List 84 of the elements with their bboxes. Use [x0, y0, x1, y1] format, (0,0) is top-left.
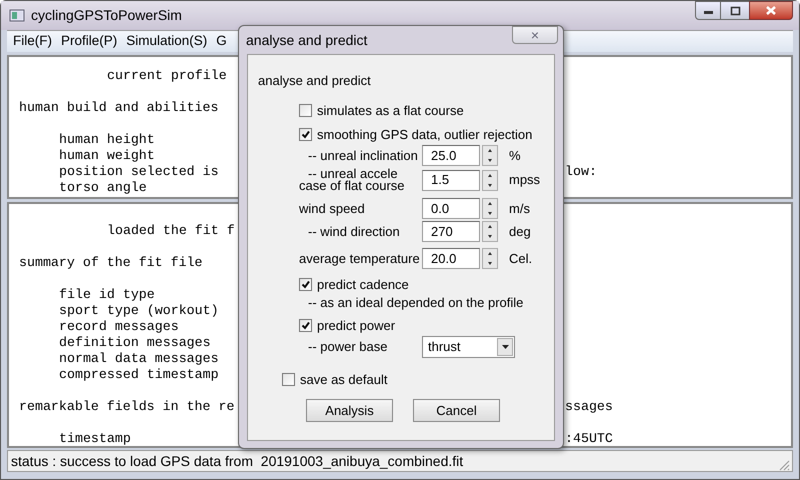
text-line: remarkable fields in the re — [19, 399, 234, 414]
dialog-title: analyse and predict — [246, 30, 368, 50]
menu-item[interactable]: G — [216, 31, 227, 52]
spin-down-icon — [486, 234, 494, 239]
checkbox[interactable] — [299, 128, 312, 141]
spin-up-icon — [486, 148, 494, 153]
text-line: current profile — [107, 68, 227, 83]
spin-down-icon — [486, 261, 494, 266]
menu-item[interactable]: Simulation(S) — [126, 31, 208, 52]
text-line: timestamp — [59, 431, 131, 446]
number-field[interactable]: 0.0 — [422, 198, 480, 219]
checkbox[interactable] — [299, 104, 312, 117]
field-label: -- unreal inclination — [308, 150, 419, 162]
note-text: -- as an ideal depended on the profile — [308, 294, 524, 312]
checkmark-icon — [301, 321, 310, 330]
text-line: human weight — [59, 148, 155, 163]
unit-label: deg — [509, 222, 531, 241]
maximize-button[interactable] — [721, 1, 749, 20]
text-line: definition messages — [59, 335, 211, 350]
field-label: -- unreal accele — [308, 168, 399, 180]
field-label: average temperature — [299, 252, 421, 264]
spin-buttons[interactable] — [482, 221, 498, 242]
spin-down-icon — [486, 182, 494, 188]
number-field[interactable]: 25.0 — [422, 145, 480, 166]
section-heading: analyse and predict — [258, 73, 371, 89]
spin-buttons[interactable] — [482, 170, 498, 190]
dialog-button[interactable]: Cancel — [413, 399, 500, 422]
text-line: human build and abilities — [19, 100, 218, 115]
number-field[interactable]: 20.0 — [422, 248, 480, 269]
checkbox[interactable] — [299, 319, 312, 332]
spin-up-icon — [486, 201, 494, 206]
number-field[interactable]: 270 — [422, 221, 480, 242]
dialog-button[interactable]: Analysis — [306, 399, 393, 422]
unit-label: mpss — [509, 171, 540, 190]
text-line: torso angle — [59, 180, 147, 195]
status-text: status : success to load GPS data from 20191003_anibuya_combined.fit — [10, 452, 464, 471]
field-label: case of flat course — [299, 180, 406, 192]
spin-up-icon — [486, 224, 494, 229]
checkbox-label[interactable]: save as default — [300, 370, 388, 390]
field-label: wind speed — [299, 202, 366, 214]
text-line: loaded the fit f — [107, 223, 235, 238]
spin-buttons[interactable] — [482, 145, 498, 166]
minimize-button[interactable] — [695, 1, 721, 20]
spin-up-icon — [486, 251, 494, 256]
checkbox[interactable] — [282, 373, 295, 386]
text-line: file id type — [59, 287, 155, 302]
unit-label: m/s — [509, 200, 530, 218]
text-line: :45UTC — [565, 431, 613, 446]
text-line: ssages — [565, 399, 613, 415]
spin-down-icon — [486, 211, 494, 216]
text-line: normal data messages — [59, 351, 219, 366]
field-label: -- power base — [308, 340, 388, 352]
app-icon — [9, 8, 25, 23]
dropdown-arrow-icon — [502, 344, 508, 348]
checkbox-label[interactable]: predict cadence — [317, 274, 409, 294]
checkbox-label[interactable]: predict power — [317, 316, 396, 336]
unit-label: % — [509, 146, 521, 165]
spin-buttons[interactable] — [482, 198, 498, 219]
checkmark-icon — [301, 130, 310, 139]
maximize-icon — [730, 6, 740, 16]
text-line: summary of the fit file — [19, 255, 203, 270]
checkmark-icon — [301, 280, 310, 289]
text-line: sport type (workout) — [59, 303, 219, 318]
number-field[interactable]: 1.5 — [422, 170, 480, 190]
spin-down-icon — [486, 158, 494, 163]
menu-item[interactable]: Profile(P) — [61, 31, 118, 52]
checkbox[interactable] — [299, 278, 312, 291]
text-line: record messages — [59, 319, 179, 334]
close-button[interactable] — [749, 1, 793, 20]
dropdown[interactable]: thrust — [422, 336, 515, 358]
menu-item[interactable]: File(F) — [13, 31, 52, 52]
text-line: position selected is — [59, 164, 219, 179]
text-line: compressed timestamp — [59, 367, 219, 382]
field-label: -- wind direction — [308, 226, 401, 238]
spin-up-icon — [486, 172, 494, 178]
close-icon — [765, 5, 777, 16]
text-line: low: — [565, 164, 597, 180]
checkbox-label[interactable]: smoothing GPS data, outlier rejection — [317, 124, 532, 144]
close-button[interactable]: × — [512, 26, 558, 44]
checkbox-label[interactable]: simulates as a flat course — [317, 100, 464, 120]
spin-buttons[interactable] — [482, 248, 498, 269]
unit-label: Cel. — [509, 250, 532, 268]
text-line: human height — [59, 132, 155, 147]
window-title: cyclingGPSToPowerSim — [31, 6, 182, 25]
